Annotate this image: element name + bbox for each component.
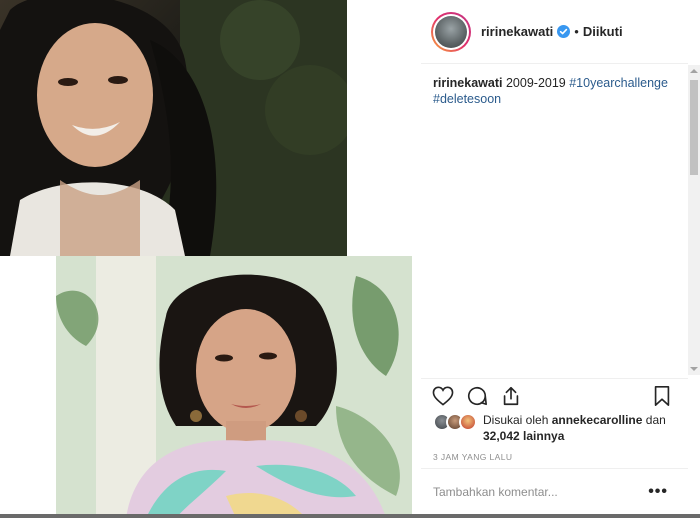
caption-area: ririnekawati 2009-2019 #10yearchallenge …: [421, 65, 684, 373]
liker-avatars[interactable]: [433, 412, 479, 432]
verified-badge-icon: [557, 25, 571, 38]
action-bar: [421, 378, 688, 412]
photo-2019: [56, 256, 412, 518]
scroll-down-arrow-icon[interactable]: [688, 363, 700, 375]
hashtag-link[interactable]: #deletesoon: [433, 92, 501, 106]
likes-summary: Disukai oleh annekecarolline dan 32,042 …: [433, 412, 688, 444]
more-options-icon[interactable]: •••: [648, 483, 668, 501]
post-timestamp[interactable]: 3 JAM YANG LALU: [433, 452, 512, 462]
bookmark-icon[interactable]: [650, 384, 674, 408]
caption-username[interactable]: ririnekawati: [433, 76, 502, 90]
likes-prefix: Disukai oleh: [483, 413, 549, 427]
window-bottom-edge: [0, 514, 700, 518]
comments-scrollbar[interactable]: [688, 65, 700, 375]
heart-icon[interactable]: [431, 384, 455, 408]
separator-dot: •: [574, 24, 579, 39]
avatar[interactable]: [459, 413, 477, 431]
avatar[interactable]: [431, 11, 471, 52]
post-details-panel: ririnekawati • Diikuti ririnekawati 2009…: [421, 0, 700, 518]
add-comment-form: •••: [421, 468, 688, 514]
share-icon[interactable]: [499, 384, 523, 408]
username-link[interactable]: ririnekawati: [481, 24, 553, 39]
caption-text: 2009-2019: [505, 76, 566, 90]
post-media[interactable]: [0, 0, 421, 518]
likes-text: Disukai oleh annekecarolline dan 32,042 …: [483, 412, 666, 444]
likes-count-link[interactable]: 32,042: [483, 429, 520, 443]
post-header: ririnekawati • Diikuti: [421, 0, 688, 64]
hashtag-link[interactable]: #10yearchallenge: [569, 76, 668, 90]
scroll-up-arrow-icon[interactable]: [688, 65, 700, 77]
caption: ririnekawati 2009-2019 #10yearchallenge …: [433, 75, 672, 107]
comment-input[interactable]: [433, 484, 643, 499]
likes-others-link[interactable]: lainnya: [523, 429, 564, 443]
following-button[interactable]: Diikuti: [583, 24, 623, 39]
liker-username-link[interactable]: annekecarolline: [552, 413, 643, 427]
scrollbar-thumb[interactable]: [690, 80, 698, 175]
comment-icon[interactable]: [465, 384, 489, 408]
photo-2009: [0, 0, 347, 256]
likes-connector: dan: [645, 413, 666, 427]
